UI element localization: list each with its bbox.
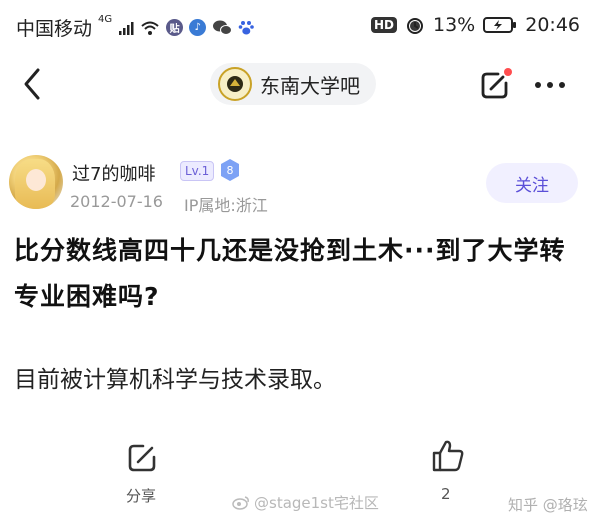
level-badge: Lv.1 <box>180 161 215 181</box>
like-count: 2 <box>441 485 451 503</box>
network-type: 4G <box>98 14 113 25</box>
more-options-icon[interactable] <box>534 80 566 90</box>
edit-icon[interactable] <box>478 68 512 102</box>
notification-app-icon: 贴 <box>166 19 184 36</box>
battery-icon <box>483 17 517 33</box>
author-name[interactable]: 过7的咖啡 <box>72 160 155 186</box>
status-right: HD 13% 20:46 <box>370 14 580 36</box>
weibo-watermark-text: @stage1st宅社区 <box>254 494 379 512</box>
clock: 20:46 <box>525 14 580 36</box>
forum-link[interactable]: 东南大学吧 <box>210 63 376 105</box>
signal-icon <box>119 21 134 35</box>
post-title: 比分数线高四十几还是没抢到土木···到了大学转专业困难吗? <box>14 236 566 311</box>
battery-percent: 13% <box>433 14 476 36</box>
weibo-watermark: @stage1st宅社区 <box>232 492 379 513</box>
post-date: 2012-07-16 <box>70 192 163 211</box>
post-body: 目前被计算机科学与技术录取。 <box>14 367 336 393</box>
back-arrow-icon[interactable] <box>18 66 48 102</box>
weibo-logo-icon <box>232 496 249 510</box>
share-label[interactable]: 分享 <box>126 485 156 506</box>
thumbs-up-icon[interactable] <box>430 438 466 474</box>
wechat-icon <box>213 20 233 35</box>
baidu-paw-icon <box>238 21 254 35</box>
alarm-icon <box>407 18 423 34</box>
author-avatar[interactable] <box>9 155 63 209</box>
member-badge-icon: 8 <box>221 159 239 181</box>
follow-button[interactable]: 关注 <box>486 163 578 203</box>
status-bar: 中国移动 4G 贴 ♪ HD 13% 20:46 <box>0 0 600 52</box>
carrier-name: 中国移动 <box>16 18 93 40</box>
forum-name: 东南大学吧 <box>260 73 360 98</box>
hd-icon: HD <box>370 17 397 33</box>
forum-logo-icon <box>218 67 252 101</box>
notification-dot <box>504 68 512 76</box>
music-app-icon: ♪ <box>189 19 207 36</box>
wifi-icon <box>141 21 159 35</box>
nav-bar: 东南大学吧 <box>0 52 600 116</box>
share-icon[interactable] <box>126 442 158 474</box>
status-left: 中国移动 4G 贴 ♪ <box>16 14 255 41</box>
ip-location: IP属地:浙江 <box>184 196 268 215</box>
badge-number: 8 <box>227 164 234 177</box>
zhihu-watermark: 知乎 @珞玹 <box>508 496 588 514</box>
